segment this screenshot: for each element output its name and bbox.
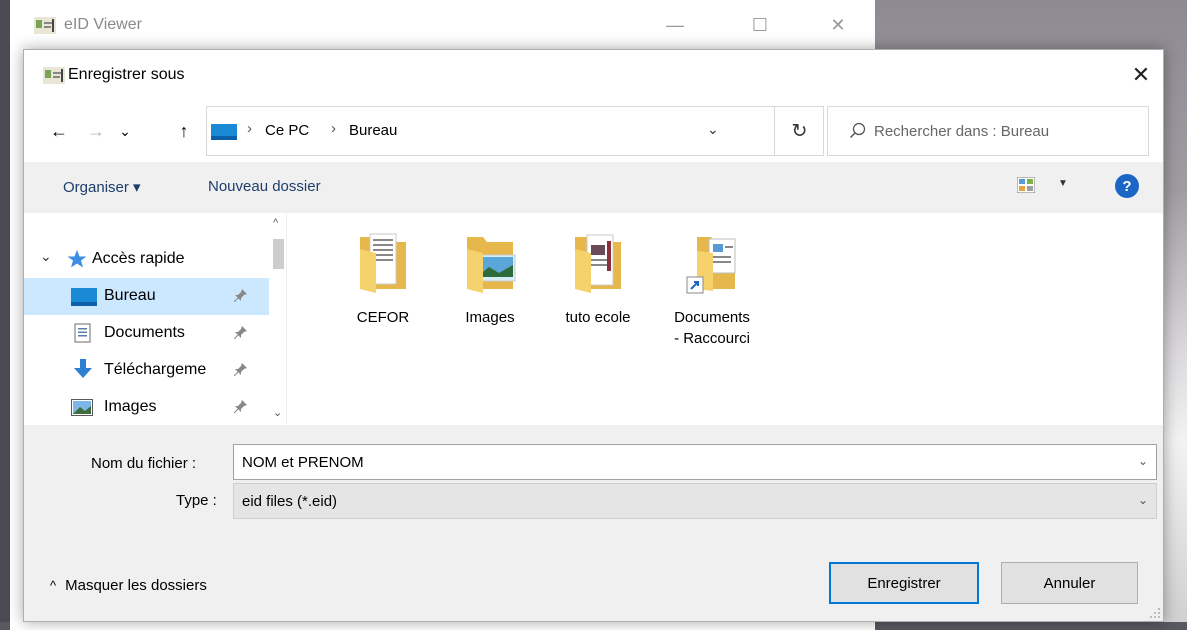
maximize-button[interactable]: ☐ bbox=[740, 10, 780, 40]
scrollbar-thumb[interactable] bbox=[273, 239, 284, 269]
sidebar-item-label: Documents bbox=[104, 324, 185, 341]
parent-window-title: eID Viewer bbox=[64, 16, 142, 33]
pin-icon[interactable] bbox=[234, 399, 248, 413]
maximize-icon: ☐ bbox=[751, 14, 769, 35]
sidebar-item-label: Bureau bbox=[104, 287, 156, 304]
file-item-images[interactable]: Images bbox=[440, 229, 540, 359]
folder-icon bbox=[360, 233, 406, 293]
quick-access-label: Accès rapide bbox=[92, 250, 185, 267]
filename-combobox[interactable]: ⌄ bbox=[233, 444, 1157, 480]
breadcrumb-separator: › bbox=[247, 120, 252, 137]
cancel-button[interactable]: Annuler bbox=[1001, 562, 1138, 604]
recent-locations-button[interactable]: ⌄ bbox=[112, 118, 138, 144]
file-type-select[interactable]: eid files (*.eid) ⌄ bbox=[233, 483, 1157, 519]
minimize-button[interactable]: — bbox=[655, 10, 695, 40]
dialog-close-button[interactable]: ✕ bbox=[1123, 59, 1159, 91]
pin-icon[interactable] bbox=[234, 362, 248, 376]
pin-icon[interactable] bbox=[234, 288, 248, 302]
search-icon bbox=[849, 122, 866, 139]
file-item-label-line1: Documents bbox=[674, 309, 750, 326]
file-item-label: CEFOR bbox=[356, 309, 410, 326]
filename-input[interactable] bbox=[242, 445, 1122, 479]
forward-arrow-icon: → bbox=[87, 120, 105, 141]
breadcrumb-ce-pc[interactable]: Ce PC bbox=[265, 122, 309, 139]
dialog-titlebar: Enregistrer sous ✕ bbox=[24, 50, 1163, 100]
organize-button[interactable]: Organiser ▾ bbox=[63, 178, 141, 196]
forward-button[interactable]: → bbox=[83, 118, 109, 144]
help-icon: ? bbox=[1122, 177, 1132, 195]
parent-titlebar: eID Viewer — ☐ ✕ bbox=[10, 0, 875, 48]
shortcut-icon bbox=[686, 237, 736, 294]
search-input[interactable] bbox=[874, 108, 1144, 154]
file-item-cefor[interactable]: CEFOR bbox=[333, 229, 433, 359]
file-list-view: CEFOR Images tuto ecole Documents - Racc… bbox=[287, 213, 1163, 425]
file-item-tuto-ecole[interactable]: tuto ecole bbox=[548, 229, 648, 359]
hide-folders-toggle[interactable]: ^ Masquer les dossiers bbox=[50, 577, 207, 594]
navigation-bar: ← → ⌄ ↑ › Ce PC › Bureau ⌄ ↻ bbox=[24, 100, 1163, 162]
breadcrumb-bureau[interactable]: Bureau bbox=[349, 122, 397, 139]
file-item-documents-raccourci[interactable]: Documents - Raccourci bbox=[656, 229, 768, 359]
sidebar-item-documents[interactable]: Documents bbox=[24, 315, 269, 352]
expand-chevron-icon[interactable]: ⌄ bbox=[40, 248, 52, 265]
navpane-scrollbar[interactable]: ^ ⌄ bbox=[270, 213, 286, 425]
download-icon bbox=[74, 359, 92, 378]
address-dropdown-icon[interactable]: ⌄ bbox=[707, 121, 719, 138]
refresh-icon: ↻ bbox=[791, 120, 808, 142]
search-box[interactable] bbox=[827, 106, 1149, 156]
filename-label: Nom du fichier : bbox=[91, 455, 197, 472]
eid-viewer-app-icon bbox=[34, 17, 56, 34]
help-button[interactable]: ? bbox=[1115, 174, 1139, 198]
sidebar-item-telechargements[interactable]: Téléchargeme bbox=[24, 352, 269, 389]
back-button[interactable]: ← bbox=[46, 118, 72, 144]
quick-access-item[interactable]: ⌄ Accès rapide bbox=[24, 241, 269, 278]
pc-icon bbox=[211, 124, 237, 140]
view-dropdown-icon[interactable]: ▼ bbox=[1058, 178, 1068, 189]
dialog-title: Enregistrer sous bbox=[68, 66, 185, 83]
scroll-up-icon[interactable]: ^ bbox=[273, 217, 278, 229]
sidebar-item-label: Téléchargeme bbox=[104, 361, 207, 378]
file-item-label: Documents - Raccourci bbox=[656, 307, 768, 349]
minimize-icon: — bbox=[666, 14, 684, 35]
chevron-up-icon: ^ bbox=[50, 578, 57, 593]
file-item-label-line2: - Raccourci bbox=[674, 330, 750, 347]
type-label: Type : bbox=[176, 492, 217, 509]
back-arrow-icon: ← bbox=[50, 120, 68, 141]
sidebar-item-label: Images bbox=[104, 398, 157, 415]
chevron-down-icon: ⌄ bbox=[119, 122, 131, 139]
file-type-value: eid files (*.eid) bbox=[242, 493, 338, 510]
close-icon: ✕ bbox=[1131, 62, 1151, 87]
chevron-down-icon[interactable]: ⌄ bbox=[1138, 493, 1148, 507]
folder-images-icon bbox=[467, 237, 516, 293]
star-icon bbox=[67, 250, 87, 268]
up-button[interactable]: ↑ bbox=[171, 118, 197, 144]
desktop-background bbox=[0, 0, 10, 630]
pin-icon[interactable] bbox=[234, 325, 248, 339]
sidebar-item-images[interactable]: Images bbox=[24, 389, 269, 425]
address-bar[interactable]: › Ce PC › Bureau ⌄ ↻ bbox=[206, 106, 824, 156]
file-item-label: Images bbox=[465, 309, 515, 326]
resize-grip-icon[interactable] bbox=[1149, 607, 1161, 619]
view-options-icon[interactable] bbox=[1017, 177, 1035, 193]
file-item-label: tuto ecole bbox=[565, 309, 631, 326]
sidebar-item-bureau[interactable]: Bureau bbox=[24, 278, 269, 315]
desktop-icon bbox=[71, 288, 97, 306]
parent-close-button[interactable]: ✕ bbox=[818, 10, 858, 40]
up-arrow-icon: ↑ bbox=[179, 120, 189, 141]
refresh-button[interactable]: ↻ bbox=[774, 107, 824, 155]
breadcrumb-separator: › bbox=[331, 120, 336, 137]
eid-viewer-app-icon bbox=[43, 67, 65, 84]
command-toolbar: Organiser ▾ Nouveau dossier ▼ ? bbox=[24, 162, 1163, 213]
documents-icon bbox=[74, 323, 91, 343]
save-button[interactable]: Enregistrer bbox=[829, 562, 979, 604]
images-icon bbox=[71, 399, 93, 416]
folder-icon bbox=[575, 234, 621, 293]
scroll-down-icon[interactable]: ⌄ bbox=[273, 406, 282, 419]
new-folder-button[interactable]: Nouveau dossier bbox=[208, 178, 321, 195]
hide-folders-label: Masquer les dossiers bbox=[65, 577, 207, 594]
navigation-pane: ⌄ Accès rapide Bureau Documents Téléchar… bbox=[24, 213, 286, 425]
save-as-dialog: Enregistrer sous ✕ ← → ⌄ ↑ › Ce PC › Bur… bbox=[23, 49, 1164, 622]
chevron-down-icon[interactable]: ⌄ bbox=[1138, 454, 1148, 468]
close-icon: ✕ bbox=[830, 14, 846, 35]
